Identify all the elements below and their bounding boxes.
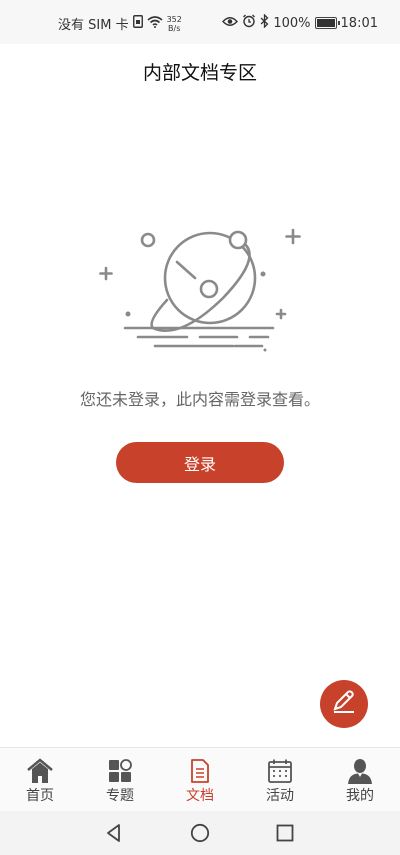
header: 内部文档专区 — [0, 44, 400, 98]
tab-home-label: 首页 — [26, 788, 54, 804]
tab-activities-label: 活动 — [266, 788, 294, 804]
compose-fab[interactable] — [320, 680, 368, 728]
tab-home[interactable]: 首页 — [0, 748, 80, 812]
tab-topics-label: 专题 — [106, 788, 134, 804]
login-required-message: 您还未登录，此内容需登录查看。 — [79, 390, 320, 409]
tab-mine-label: 我的 — [346, 788, 374, 804]
pen-icon — [331, 689, 357, 719]
user-icon — [347, 758, 373, 784]
net-speed: 352 B/s — [167, 15, 182, 33]
wifi-icon — [147, 15, 163, 32]
calendar-icon — [267, 758, 293, 784]
recents-icon[interactable] — [275, 823, 295, 843]
bottom-tab-bar: 首页 专题 文档 活动 我的 — [0, 747, 400, 812]
sim-icon — [132, 15, 143, 32]
carrier-text: 没有 SIM 卡 — [58, 18, 129, 33]
eye-icon — [222, 16, 239, 31]
status-bar: 没有 SIM 卡 352 B/s 100% 18:01 — [0, 0, 400, 44]
home-icon — [27, 758, 53, 784]
status-right: 100% 18:01 — [222, 13, 378, 32]
back-icon[interactable] — [104, 823, 124, 843]
login-button[interactable]: 登录 — [116, 442, 284, 483]
tab-documents-label: 文档 — [186, 788, 214, 804]
clock: 18:01 — [340, 15, 378, 31]
battery-percent: 100% — [273, 15, 311, 31]
status-left: 没有 SIM 卡 352 B/s — [58, 14, 182, 34]
net-speed-value: 352 — [166, 14, 182, 24]
page-title: 内部文档专区 — [142, 61, 257, 84]
tab-activities[interactable]: 活动 — [240, 748, 320, 812]
planet-empty-state-icon — [95, 222, 305, 357]
net-speed-unit: B/s — [168, 23, 181, 33]
alarm-icon — [242, 14, 256, 32]
battery-icon — [314, 17, 340, 29]
bluetooth-icon — [260, 13, 269, 32]
topics-icon — [107, 758, 133, 784]
document-icon — [187, 758, 213, 784]
system-nav-bar — [0, 811, 400, 855]
home-circle-icon[interactable] — [190, 823, 210, 843]
tab-topics[interactable]: 专题 — [80, 748, 160, 812]
tab-mine[interactable]: 我的 — [320, 748, 400, 812]
tab-documents[interactable]: 文档 — [160, 748, 240, 812]
